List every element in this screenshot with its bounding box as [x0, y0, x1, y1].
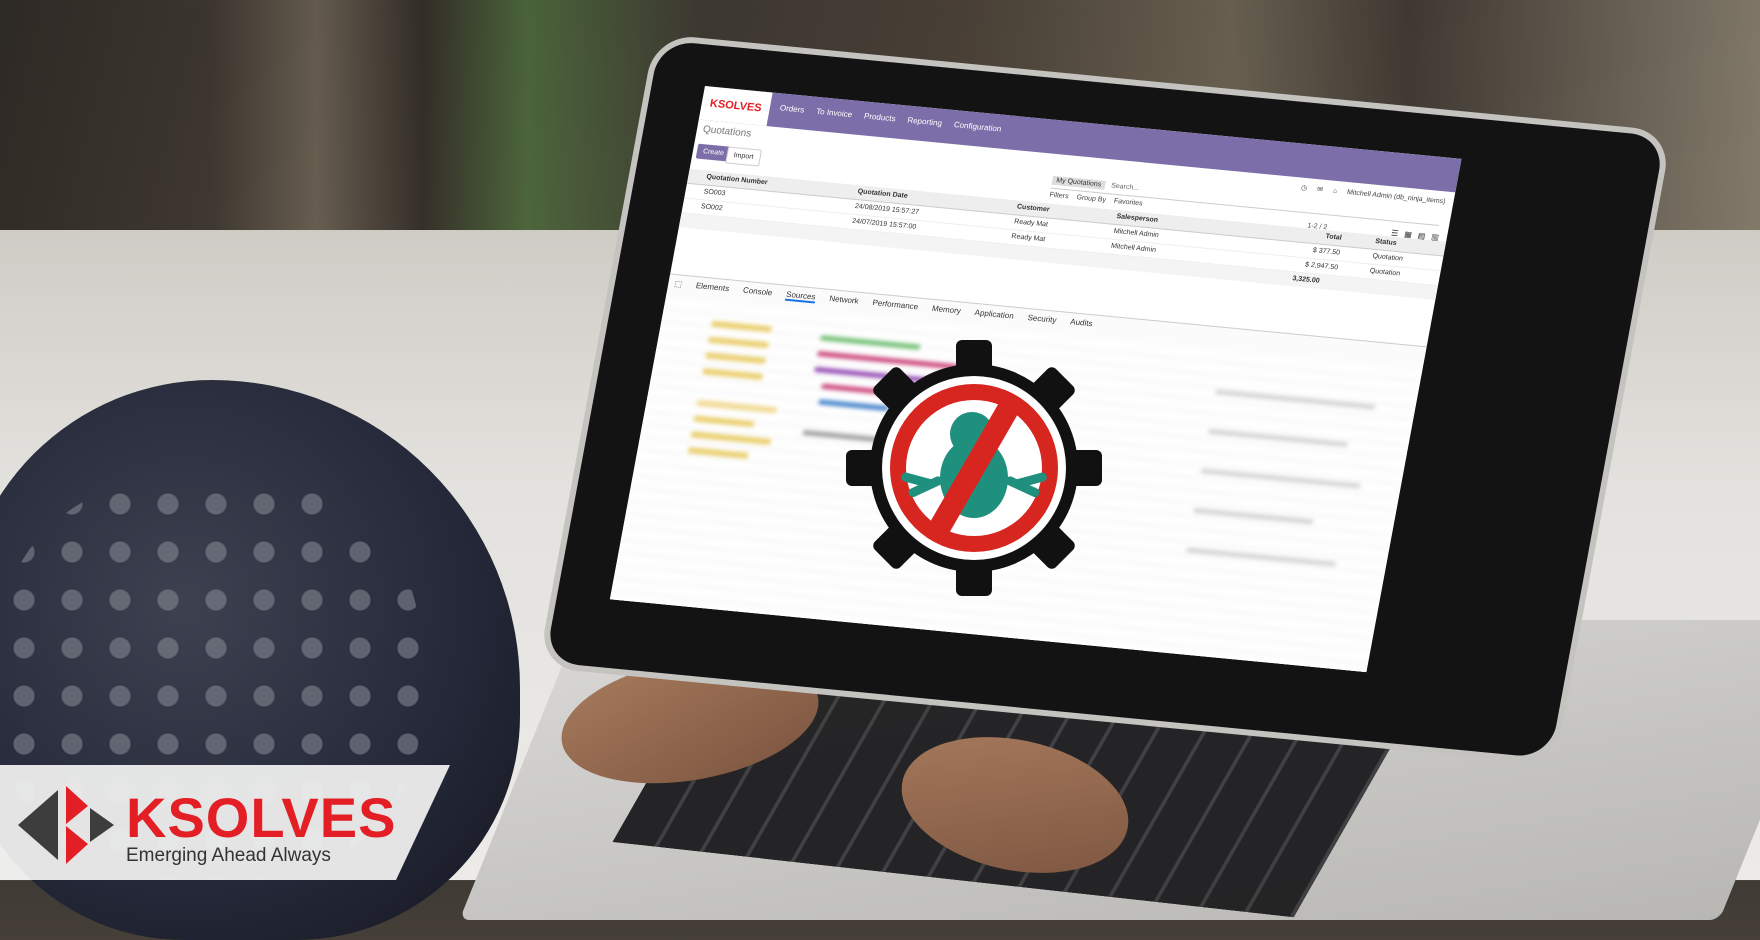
row-total: $ 2,947.50: [1304, 261, 1339, 272]
chat-icon[interactable]: ✉: [1316, 185, 1323, 193]
menu-products[interactable]: Products: [863, 111, 896, 123]
ksolves-logo-icon: [18, 786, 114, 864]
brand-name: KSOLVES: [126, 786, 397, 849]
code-line: [1200, 468, 1361, 489]
header-total[interactable]: Total: [1325, 233, 1342, 241]
menu-configuration[interactable]: Configuration: [953, 120, 1002, 133]
row-status: Quotation: [1371, 252, 1404, 263]
devtools-tab-network[interactable]: Network: [828, 294, 860, 308]
row-date: 24/07/2019 15:57:00: [851, 217, 917, 231]
code-line: [1185, 547, 1337, 567]
row-salesperson: Mitchell Admin: [1113, 227, 1160, 240]
devtools-tab-audits[interactable]: Audits: [1069, 317, 1094, 330]
devtools-tab-memory[interactable]: Memory: [931, 304, 961, 318]
filters-button[interactable]: Filters: [1049, 192, 1069, 201]
import-button[interactable]: Import: [725, 146, 762, 167]
search-placeholder: Search...: [1110, 181, 1140, 192]
group-by-button[interactable]: Group By: [1076, 194, 1107, 204]
file-tree-item[interactable]: [687, 447, 749, 459]
logo-text: KSOLVES: [708, 97, 763, 115]
row-date: 24/08/2019 15:57:27: [854, 202, 920, 217]
favorites-button[interactable]: Favorites: [1113, 198, 1143, 208]
app-logo[interactable]: KSOLVES: [698, 86, 773, 127]
header-number[interactable]: Quotation Number: [706, 174, 768, 187]
row-number: SO002: [700, 203, 724, 213]
home-icon[interactable]: ⌂: [1332, 187, 1337, 194]
devtools-tab-application[interactable]: Application: [974, 308, 1015, 323]
row-status: Quotation: [1369, 267, 1401, 278]
grand-total: 3,325.00: [1291, 275, 1321, 285]
row-customer: Ready Mat: [1013, 218, 1049, 229]
file-tree-item[interactable]: [708, 336, 769, 349]
row-number: SO003: [702, 188, 726, 198]
menu-reporting[interactable]: Reporting: [907, 116, 943, 128]
devtools-tab-console[interactable]: Console: [742, 286, 773, 300]
devtools-tab-elements[interactable]: Elements: [695, 281, 730, 295]
header-salesperson[interactable]: Salesperson: [1116, 213, 1159, 224]
file-tree-item[interactable]: [702, 368, 764, 380]
header-customer[interactable]: Customer: [1016, 203, 1050, 213]
file-tree-item[interactable]: [711, 320, 772, 333]
clock-icon[interactable]: ◷: [1300, 184, 1308, 192]
code-line: [1215, 389, 1376, 410]
brand-tagline: Emerging Ahead Always: [126, 845, 331, 866]
header-status[interactable]: Status: [1375, 238, 1398, 247]
devtools-tab-performance[interactable]: Performance: [871, 298, 919, 313]
file-tree-item[interactable]: [705, 352, 767, 365]
menu-to-invoice[interactable]: To Invoice: [815, 107, 853, 119]
breadcrumb: Quotations: [702, 124, 753, 140]
code-line: [1207, 428, 1349, 448]
devtools-tab-security[interactable]: Security: [1026, 313, 1057, 327]
code-line: [1193, 507, 1314, 525]
file-tree-item[interactable]: [696, 399, 778, 414]
search-facet[interactable]: My Quotations: [1051, 175, 1107, 190]
row-total: $ 377.50: [1312, 247, 1341, 257]
no-bug-gear-icon: [846, 340, 1102, 596]
header-date[interactable]: Quotation Date: [857, 188, 908, 200]
row-customer: Ready Mat: [1010, 233, 1046, 244]
row-salesperson: Mitchell Admin: [1110, 242, 1157, 254]
file-tree-item[interactable]: [690, 431, 772, 445]
devtools-inspect-icon[interactable]: ⬚: [673, 279, 683, 291]
menu-orders[interactable]: Orders: [779, 103, 805, 114]
devtools-tab-sources[interactable]: Sources: [785, 289, 817, 304]
file-tree-item[interactable]: [693, 415, 755, 428]
